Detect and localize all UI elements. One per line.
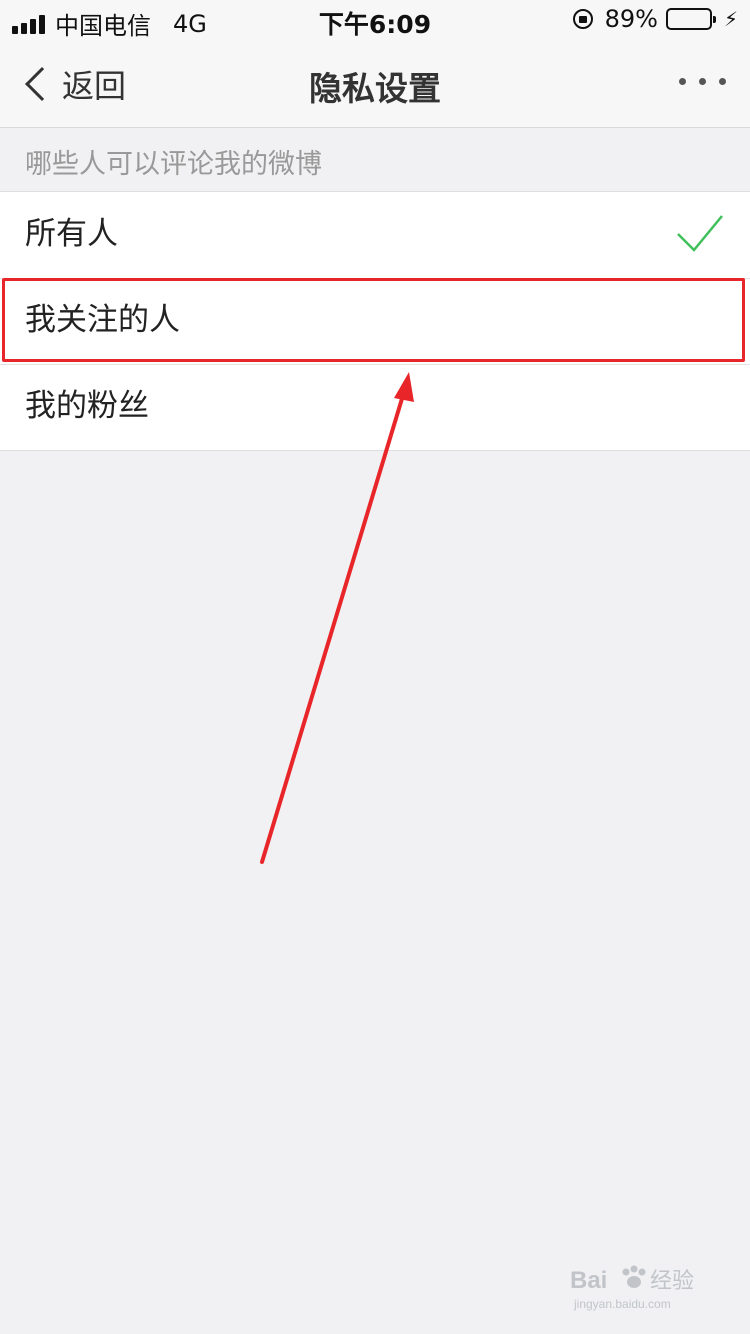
annotation-arrow: [260, 372, 414, 864]
baidu-jingyan-watermark: Bai 经验 jingyan.baidu.com: [570, 1265, 694, 1311]
svg-text:Bai: Bai: [570, 1267, 607, 1294]
svg-text:jingyan.baidu.com: jingyan.baidu.com: [573, 1297, 671, 1311]
svg-text:经验: 经验: [650, 1269, 694, 1294]
